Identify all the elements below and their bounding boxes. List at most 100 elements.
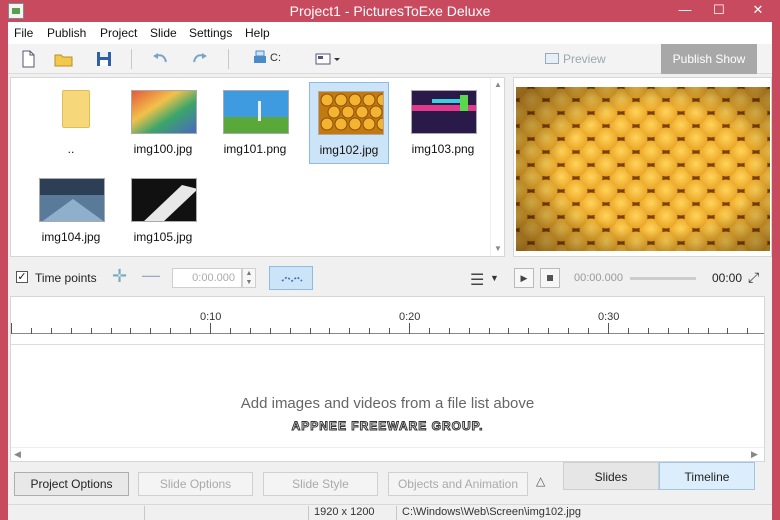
ruler-tick (568, 328, 569, 334)
toolbar: C: Preview Publish Show (8, 44, 772, 74)
project-options-button[interactable]: Project Options (14, 472, 129, 496)
slide-style-button[interactable]: Slide Style (263, 472, 378, 496)
tab-slides[interactable]: Slides (563, 462, 659, 490)
scroll-left-icon[interactable]: ◀ (14, 449, 21, 460)
file-name: img101.png (223, 142, 287, 156)
file-item[interactable]: img100.jpg (123, 82, 203, 164)
slide-options-button[interactable]: Slide Options (138, 472, 253, 496)
folder-icon (62, 90, 90, 128)
add-time-point-icon[interactable]: ✛ (112, 266, 127, 287)
close-button[interactable]: ✕ (736, 0, 780, 22)
status-separator (308, 506, 309, 520)
tab-timeline[interactable]: Timeline (659, 462, 755, 490)
maximize-button[interactable]: ☐ (702, 0, 736, 22)
remove-time-point-icon[interactable]: — (142, 265, 160, 286)
ruler-tick (91, 328, 92, 334)
publish-show-button[interactable]: Publish Show (661, 44, 757, 74)
file-item[interactable]: img101.png (215, 82, 295, 164)
file-item[interactable]: img105.jpg (123, 170, 203, 252)
ruler-tick (688, 328, 689, 334)
time-spinner[interactable]: ▲ ▼ (242, 268, 256, 288)
status-bar: 1920 x 1200 C:\Windows\Web\Screen\img102… (8, 504, 772, 520)
menu-settings[interactable]: Settings (189, 26, 232, 40)
time-points-label: Time points (35, 271, 97, 285)
fullscreen-icon[interactable]: ⤢ (748, 269, 759, 286)
image-thumbnail (39, 178, 105, 222)
file-name: img100.jpg (133, 142, 193, 156)
image-thumbnail (131, 178, 197, 222)
ruler-label: 0:10 (200, 311, 222, 323)
menu-project[interactable]: Project (100, 26, 137, 40)
ruler-tick (668, 328, 669, 334)
new-project-icon[interactable] (16, 48, 40, 70)
collapse-icon[interactable]: △ (536, 474, 545, 488)
view-mode-button[interactable] (312, 48, 344, 70)
seek-bar[interactable] (630, 277, 696, 280)
waveform-icon (281, 276, 303, 282)
scroll-right-icon[interactable]: ▶ (751, 449, 758, 460)
undo-icon[interactable] (148, 48, 172, 70)
scroll-up-icon[interactable]: ▲ (494, 80, 502, 89)
file-list-scrollbar[interactable]: ▲ ▼ (490, 78, 504, 256)
redo-icon[interactable] (188, 48, 212, 70)
ruler-tick (628, 328, 629, 334)
scroll-down-icon[interactable]: ▼ (494, 244, 502, 253)
menu-publish[interactable]: Publish (47, 26, 86, 40)
player-end-time: 00:00 (712, 271, 743, 285)
ruler-tick (389, 328, 390, 334)
ruler-tick (31, 328, 32, 334)
file-name: img102.jpg (319, 143, 379, 157)
ruler-tick (329, 328, 330, 334)
preview-button[interactable]: Preview (543, 48, 606, 70)
file-item-selected[interactable]: img102.jpg (309, 82, 389, 164)
ruler-tick (369, 328, 370, 334)
time-ruler[interactable]: 0:10 0:20 0:30 (11, 297, 764, 345)
timeline-scrollbar[interactable]: ◀ ▶ (11, 447, 764, 461)
waveform-toggle-button[interactable] (269, 266, 313, 290)
menu-help[interactable]: Help (245, 26, 270, 40)
toolbar-separator (228, 49, 229, 69)
bottom-bar: Project Options Slide Options Slide Styl… (8, 462, 772, 504)
image-thumbnail (318, 91, 384, 135)
ruler-tick (648, 328, 649, 334)
timeline-area[interactable]: 0:10 0:20 0:30 Add images and videos fro… (10, 296, 765, 462)
image-thumbnail (411, 90, 477, 134)
save-icon[interactable] (92, 48, 116, 70)
ruler-tick (449, 328, 450, 334)
stop-button[interactable] (540, 268, 560, 288)
chevron-down-icon[interactable]: ▼ (490, 273, 499, 283)
ruler-tick (230, 328, 231, 334)
open-folder-icon[interactable] (52, 48, 76, 70)
ruler-tick (210, 323, 211, 334)
file-list[interactable]: .. img100.jpg img101.png img102.jpg img1… (10, 77, 505, 257)
file-name: img105.jpg (133, 230, 193, 244)
ruler-tick (250, 328, 251, 334)
menu-icon[interactable]: ☰ (470, 270, 484, 290)
ruler-label: 0:30 (598, 311, 620, 323)
time-points-checkbox[interactable]: ✓ (16, 271, 28, 283)
preview-pane (513, 77, 772, 257)
ruler-tick (508, 328, 509, 334)
drive-label: C: (270, 52, 281, 64)
menu-bar: File Publish Project Slide Settings Help (8, 22, 772, 44)
image-thumbnail (223, 90, 289, 134)
drive-select-button[interactable]: C: (252, 48, 288, 70)
ruler-tick (727, 328, 728, 334)
menu-file[interactable]: File (14, 26, 33, 40)
file-item[interactable]: img103.png (403, 82, 483, 164)
play-button[interactable]: ▶ (514, 268, 534, 288)
time-point-input[interactable]: 0:00.000 (172, 268, 242, 288)
title-bar: Project1 - PicturesToExe Deluxe — ☐ ✕ (0, 0, 780, 22)
file-name: img103.png (411, 142, 475, 156)
minimize-button[interactable]: — (668, 0, 702, 22)
menu-slide[interactable]: Slide (150, 26, 177, 40)
objects-animation-button[interactable]: Objects and Animation (388, 472, 528, 496)
ruler-tick (190, 328, 191, 334)
file-item[interactable]: img104.jpg (31, 170, 111, 252)
ruler-tick (51, 328, 52, 334)
file-name: .. (67, 142, 75, 156)
ruler-tick (170, 328, 171, 334)
file-item-parent-folder[interactable]: .. (31, 82, 111, 164)
watermark: APPNEE FREEWARE GROUP. (291, 419, 484, 434)
ruler-tick (528, 328, 529, 334)
